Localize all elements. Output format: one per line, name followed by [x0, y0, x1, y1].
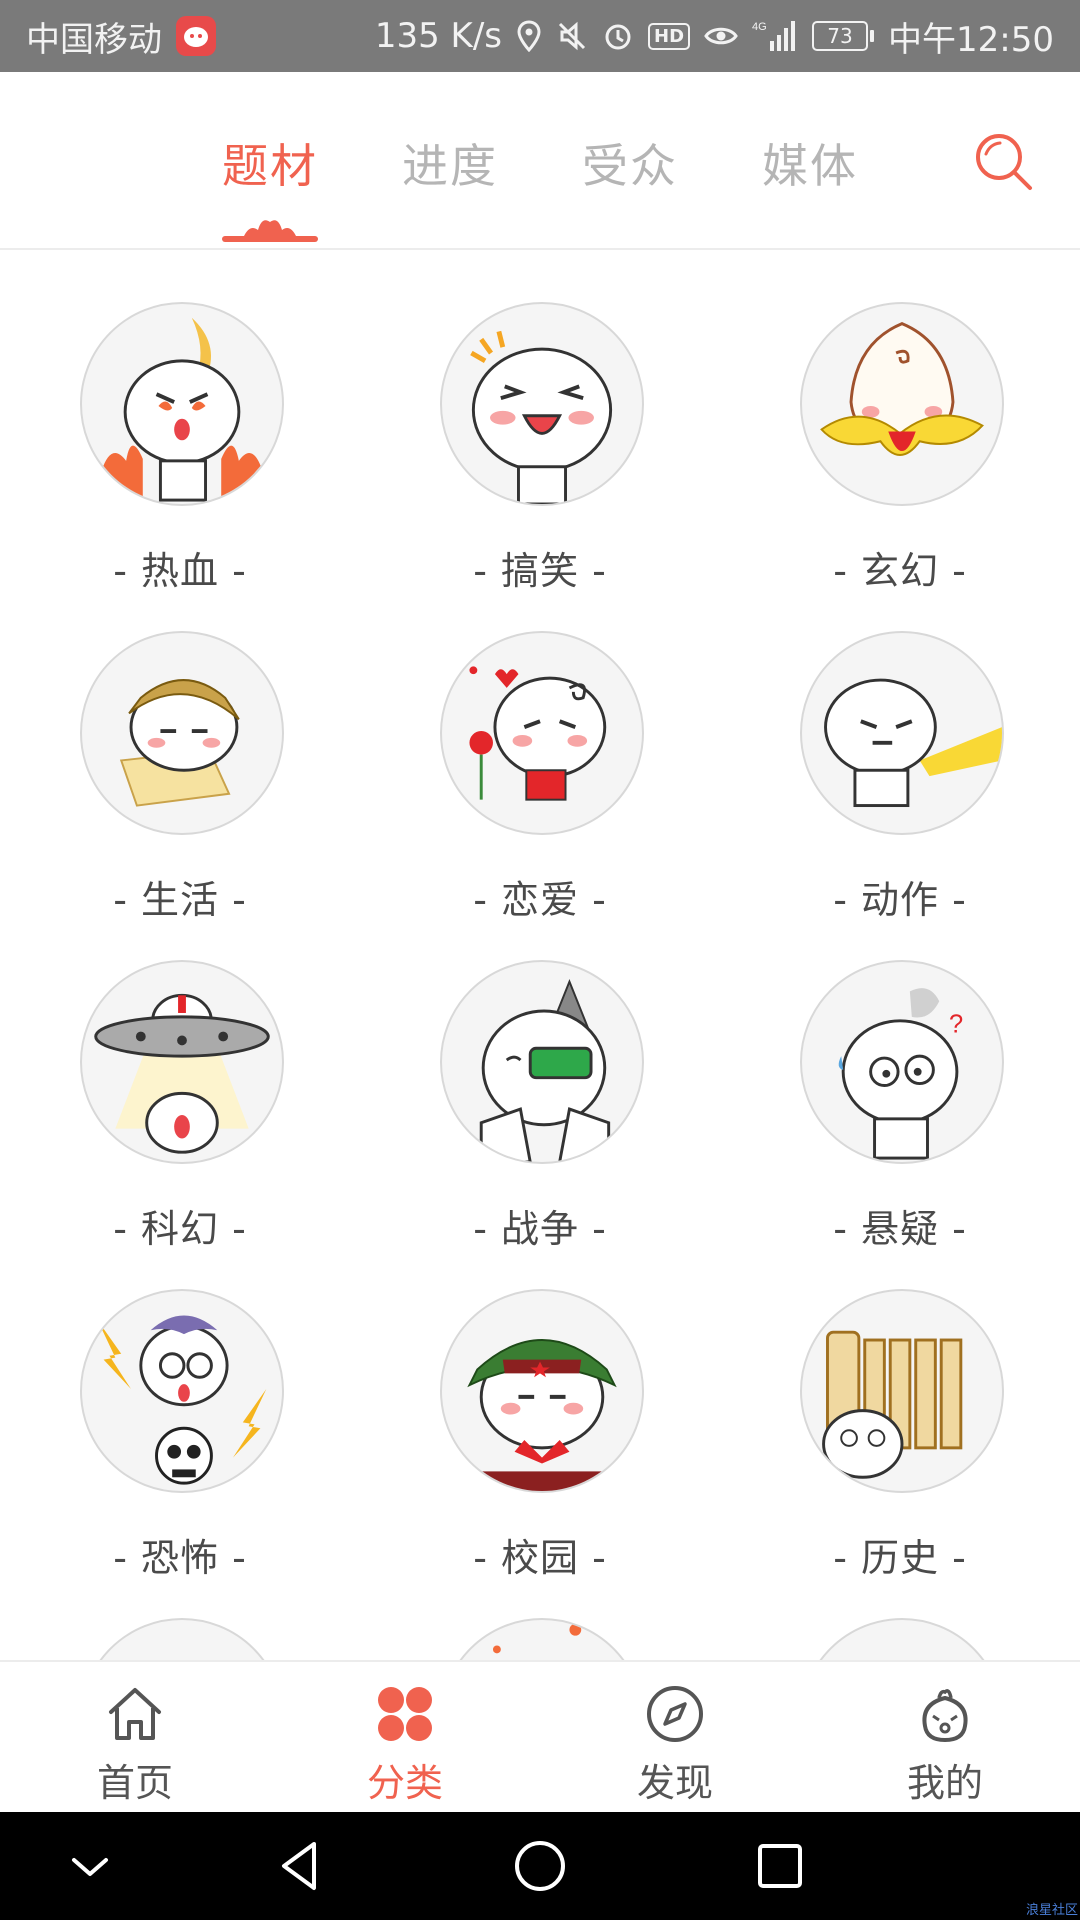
network-type-label: 4G	[752, 21, 767, 33]
clock: 中午12:50	[888, 19, 1054, 60]
category-label: - 恐怖 -	[113, 1536, 247, 1580]
partial-category-icon	[800, 1618, 1004, 1660]
network-speed: 135 K/s	[374, 16, 502, 56]
active-tab-indicator	[222, 220, 318, 242]
sci-fi-icon	[80, 960, 284, 1164]
category-label: - 热血 -	[113, 549, 247, 593]
nav-home[interactable]: 首页	[0, 1662, 270, 1814]
category-label: - 悬疑 -	[833, 1207, 967, 1251]
action-icon	[800, 631, 1004, 835]
nav-category[interactable]: 分类	[270, 1662, 540, 1814]
mystery-icon: ?	[800, 960, 1004, 1164]
category-label: - 校园 -	[473, 1536, 607, 1580]
comedy-icon	[440, 302, 644, 506]
category-label: - 恋爱 -	[473, 878, 607, 922]
category-label: - 历史 -	[833, 1536, 967, 1580]
category-grid: - 热血 - - 搞笑 - - 玄幻 - - 生活 - - 恋爱 - - 动作 …	[0, 250, 1080, 1660]
mute-icon	[556, 20, 588, 52]
partial-category-icon	[440, 1618, 644, 1660]
category-label: - 搞笑 -	[473, 549, 607, 593]
tab-audience[interactable]: 受众	[582, 130, 678, 196]
hd-voice-icon: HD	[648, 22, 691, 50]
nav-label: 我的	[906, 1761, 983, 1805]
home-button-icon[interactable]	[510, 1836, 570, 1896]
carrier-app-icon	[176, 16, 216, 56]
category-label: - 战争 -	[473, 1207, 607, 1251]
compass-icon	[647, 1686, 703, 1742]
category-tab-bar: 题材 进度 受众 媒体	[0, 72, 1080, 250]
tab-topic[interactable]: 题材	[222, 130, 318, 196]
bottom-navigation: 首页 分类 发现 我的	[0, 1660, 1080, 1812]
nav-label: 首页	[96, 1761, 173, 1805]
hot-blooded-icon	[80, 302, 284, 506]
location-icon	[516, 20, 542, 52]
tab-progress[interactable]: 进度	[402, 130, 498, 196]
category-label: - 生活 -	[113, 878, 247, 922]
nav-label: 发现	[636, 1761, 713, 1805]
app-root: 中国移动 135 K/s HD 4G 73 中午12:50 题材 进度 受众 媒…	[0, 0, 1080, 1920]
battery-level: 73	[812, 21, 869, 51]
campus-icon	[440, 1289, 644, 1493]
war-icon	[440, 960, 644, 1164]
alarm-icon	[602, 20, 634, 52]
fantasy-icon	[800, 302, 1004, 506]
home-icon	[109, 1688, 161, 1740]
back-icon[interactable]	[270, 1836, 330, 1896]
watermark: 浪星社区	[1025, 1903, 1078, 1918]
category-label: - 科幻 -	[113, 1207, 247, 1251]
category-icon	[378, 1687, 432, 1741]
system-navigation-bar: 浪星社区	[0, 1812, 1080, 1920]
battery-icon: 73	[812, 21, 875, 51]
status-bar: 中国移动 135 K/s HD 4G 73 中午12:50	[0, 0, 1080, 72]
eye-comfort-icon	[704, 24, 738, 48]
profile-mascot-icon	[922, 1689, 968, 1743]
category-label: - 动作 -	[833, 878, 967, 922]
signal-icon: 4G	[752, 19, 798, 53]
nav-discover[interactable]: 发现	[540, 1662, 810, 1814]
nav-label: 分类	[366, 1761, 443, 1805]
romance-icon	[440, 631, 644, 835]
nav-profile[interactable]: 我的	[810, 1662, 1080, 1814]
horror-icon	[80, 1289, 284, 1493]
history-icon	[800, 1289, 1004, 1493]
recent-apps-icon[interactable]	[750, 1836, 810, 1896]
partial-category-icon	[80, 1618, 284, 1660]
category-label: - 玄幻 -	[833, 549, 967, 593]
carrier-name: 中国移动	[26, 19, 162, 60]
tab-media[interactable]: 媒体	[762, 130, 858, 196]
daily-life-icon	[80, 631, 284, 835]
hide-navbar-chevron-icon[interactable]	[60, 1836, 120, 1896]
search-icon[interactable]	[972, 130, 1034, 192]
svg-text:?: ?	[949, 1011, 963, 1039]
